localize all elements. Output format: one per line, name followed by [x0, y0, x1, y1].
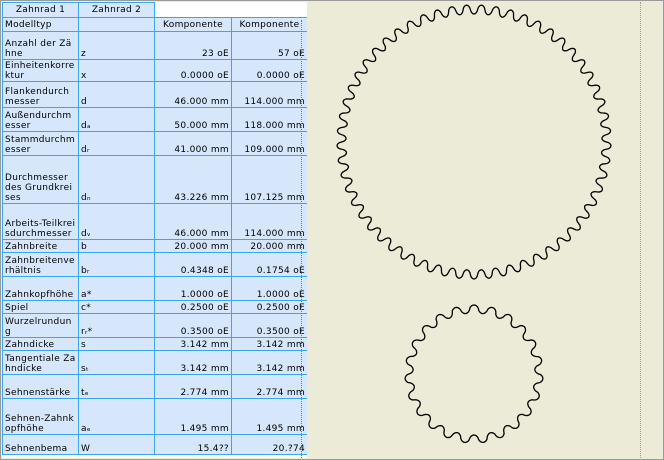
header-component-1[interactable]: Komponente	[154, 17, 232, 32]
tab-zahnrad-2[interactable]: Zahnrad 2	[78, 2, 155, 18]
table-row: Durchmesser des Grundkreises dₙ 43.226 mm 1…	[2, 155, 307, 204]
value-gear-1[interactable]: 0.0000 oE	[154, 59, 232, 82]
parameter-symbol: dᵣ	[78, 131, 155, 156]
parameter-symbol: z	[78, 31, 155, 60]
value-gear-1[interactable]: 43.226 mm	[154, 155, 232, 204]
value-gear-1[interactable]: 20.000 mm	[154, 239, 232, 253]
header-symbol	[78, 17, 155, 32]
table-row: Außendurchmesser dₐ 50.000 mm 118.000 mm	[2, 107, 307, 132]
parameter-name: Einheitenkorrektur	[2, 59, 79, 82]
value-gear-1[interactable]: 1.495 mm	[154, 398, 232, 435]
table-row: Wurzelrundung rᵣ* 0.3500 oE 0.3500 oE	[2, 313, 307, 338]
value-gear-2[interactable]: 57 oE	[231, 31, 307, 60]
value-gear-2[interactable]: 0.3500 oE	[231, 313, 307, 338]
value-gear-2[interactable]: 118.000 mm	[231, 107, 307, 132]
parameter-name: Tangentiale Zahndicke	[2, 350, 79, 375]
parameter-name: Außendurchmesser	[2, 107, 79, 132]
parameter-symbol: dᵥ	[78, 203, 155, 240]
parameter-symbol: W	[78, 434, 155, 455]
tab-zahnrad-1[interactable]: Zahnrad 1	[2, 2, 79, 18]
table-row: Sehnenstärke tₑ 2.774 mm 2.774 mm	[2, 374, 307, 399]
table-row: Sehnenbema W 15.4?? 20.?74	[2, 434, 307, 455]
parameter-name: Durchmesser des Grundkreises	[2, 155, 79, 204]
value-gear-2[interactable]: 114.000 mm	[231, 81, 307, 108]
table-row: Spiel c* 0.2500 oE 0.2500 oE	[2, 300, 307, 314]
parameter-name: Flankendurchmesser	[2, 81, 79, 108]
large-gear-outline	[336, 4, 612, 280]
value-gear-2[interactable]: 2.774 mm	[231, 374, 307, 399]
parameter-symbol: dₐ	[78, 107, 155, 132]
value-gear-1[interactable]: 23 oE	[154, 31, 232, 60]
value-gear-2[interactable]: 107.125 mm	[231, 155, 307, 204]
parameter-name: Zahnbreite	[2, 239, 79, 253]
value-gear-1[interactable]: 15.4??	[154, 434, 232, 455]
value-gear-2[interactable]: 109.000 mm	[231, 131, 307, 156]
table-row: Arbeits-Teilkreisdurchmesser dᵥ 46.000 mm 1…	[2, 203, 307, 240]
value-gear-2[interactable]: 0.1754 oE	[231, 252, 307, 277]
parameter-symbol: tₑ	[78, 374, 155, 399]
table-row: Stammdurchmesser dᵣ 41.000 mm 109.000 mm	[2, 131, 307, 156]
value-gear-1[interactable]: 1.0000 oE	[154, 276, 232, 301]
parameter-symbol: x	[78, 59, 155, 82]
parameter-symbol: c*	[78, 300, 155, 314]
value-gear-1[interactable]: 46.000 mm	[154, 203, 232, 240]
parameter-symbol: sₜ	[78, 350, 155, 375]
parameter-name: Wurzelrundung	[2, 313, 79, 338]
column-scroll-guide	[301, 20, 302, 458]
value-gear-1[interactable]: 0.2500 oE	[154, 300, 232, 314]
table-row: Zahnbreitenverhältnis bᵣ 0.4348 oE 0.1754 o…	[2, 252, 307, 277]
value-gear-1[interactable]: 41.000 mm	[154, 131, 232, 156]
gear-parameters-grid: Zahnrad 1 Zahnrad 2 Modelltyp Komponente…	[2, 2, 307, 458]
parameter-name: Spiel	[2, 300, 79, 314]
parameter-name: Sehnenbema	[2, 434, 79, 455]
value-gear-1[interactable]: 46.000 mm	[154, 81, 232, 108]
table-row: Anzahl der Zähne z 23 oE 57 oE	[2, 31, 307, 60]
parameter-symbol: bᵣ	[78, 252, 155, 277]
gear-preview-canvas	[336, 4, 612, 444]
header-component-2[interactable]: Komponente	[231, 17, 307, 32]
canvas-edge-guide	[640, 2, 641, 458]
parameter-name: Zahndicke	[2, 337, 79, 351]
small-gear-outline	[404, 304, 544, 444]
value-gear-1[interactable]: 3.142 mm	[154, 337, 232, 351]
value-gear-2[interactable]: 20.000 mm	[231, 239, 307, 253]
parameter-symbol: b	[78, 239, 155, 253]
table-row: Zahndicke s 3.142 mm 3.142 mm	[2, 337, 307, 351]
tab-strip-blank	[154, 2, 307, 18]
value-gear-2[interactable]: 0.2500 oE	[231, 300, 307, 314]
parameter-name: Sehnen-Zahnkopfhöhe	[2, 398, 79, 435]
value-gear-1[interactable]: 0.3500 oE	[154, 313, 232, 338]
value-gear-2[interactable]: 1.0000 oE	[231, 276, 307, 301]
parameter-symbol: d	[78, 81, 155, 108]
parameter-name: Stammdurchmesser	[2, 131, 79, 156]
value-gear-2[interactable]: 20.?74	[231, 434, 307, 455]
parameter-name: Sehnenstärke	[2, 374, 79, 399]
table-row: Zahnbreite b 20.000 mm 20.000 mm	[2, 239, 307, 253]
table-row: Zahnkopfhöhe a* 1.0000 oE 1.0000 oE	[2, 276, 307, 301]
value-gear-2[interactable]: 3.142 mm	[231, 337, 307, 351]
value-gear-2[interactable]: 0.0000 oE	[231, 59, 307, 82]
parameter-name: Zahnbreitenverhältnis	[2, 252, 79, 277]
parameter-symbol: s	[78, 337, 155, 351]
parameter-name: Anzahl der Zähne	[2, 31, 79, 60]
parameter-name: Arbeits-Teilkreisdurchmesser	[2, 203, 79, 240]
table-row: Tangentiale Zahndicke sₜ 3.142 mm 3.142 mm	[2, 350, 307, 375]
table-row: Sehnen-Zahnkopfhöhe aₑ 1.495 mm 1.495 mm	[2, 398, 307, 435]
parameter-symbol: rᵣ*	[78, 313, 155, 338]
parameter-symbol: dₙ	[78, 155, 155, 204]
parameters-table: Zahnrad 1 Zahnrad 2 Modelltyp Komponente…	[2, 2, 307, 455]
header-modelltyp: Modelltyp	[2, 17, 79, 32]
parameter-name: Zahnkopfhöhe	[2, 276, 79, 301]
parameter-symbol: a*	[78, 276, 155, 301]
value-gear-1[interactable]: 3.142 mm	[154, 350, 232, 375]
table-row: Flankendurchmesser d 46.000 mm 114.000 mm	[2, 81, 307, 108]
value-gear-1[interactable]: 50.000 mm	[154, 107, 232, 132]
parameter-symbol: aₑ	[78, 398, 155, 435]
value-gear-1[interactable]: 0.4348 oE	[154, 252, 232, 277]
value-gear-1[interactable]: 2.774 mm	[154, 374, 232, 399]
table-row: Einheitenkorrektur x 0.0000 oE 0.0000 oE	[2, 59, 307, 82]
value-gear-2[interactable]: 114.000 mm	[231, 203, 307, 240]
value-gear-2[interactable]: 3.142 mm	[231, 350, 307, 375]
value-gear-2[interactable]: 1.495 mm	[231, 398, 307, 435]
